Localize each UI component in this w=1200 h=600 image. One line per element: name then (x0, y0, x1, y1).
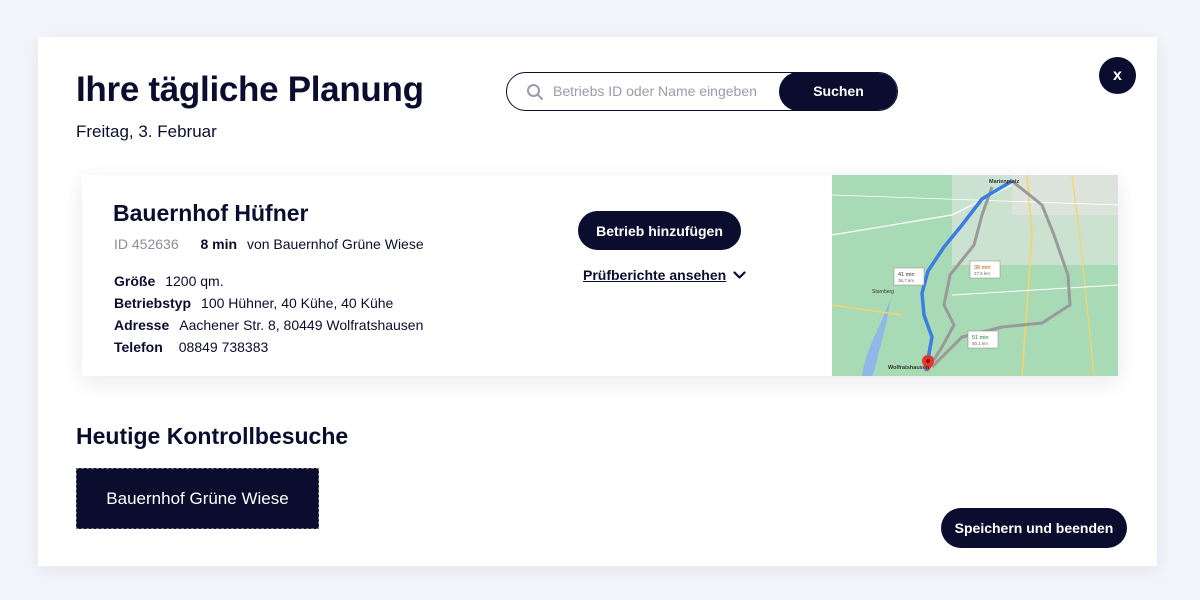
travel-origin: von Bauernhof Grüne Wiese (246, 236, 424, 252)
detail-value: 1200 qm. (165, 273, 224, 289)
search-input[interactable] (553, 73, 778, 109)
detail-type: Betriebstyp 100 Hühner, 40 Kühe, 40 Kühe (114, 292, 423, 314)
farm-card: Bauernhof Hüfner ID 452636 8 min von Bau… (82, 175, 1118, 376)
visit-item[interactable]: Bauernhof Grüne Wiese (76, 468, 319, 529)
detail-address: Adresse Aachener Str. 8, 80449 Wolfratsha… (114, 314, 423, 336)
map-place-label: Wolfratshausen (888, 365, 930, 371)
detail-size: Größe 1200 qm. (114, 270, 423, 292)
detail-phone: Telefon 08849 738383 (114, 336, 423, 358)
reports-link-label: Prüfberichte ansehen (583, 267, 727, 283)
svg-text:36,7 km: 36,7 km (898, 278, 914, 283)
reports-link[interactable]: Prüfberichte ansehen (583, 267, 746, 283)
close-button[interactable]: x (1099, 57, 1136, 94)
farm-id: ID 452636 (114, 236, 179, 252)
map-place-label: Marienplatz (989, 179, 1020, 185)
detail-value: 100 Hühner, 40 Kühe, 40 Kühe (201, 295, 394, 311)
detail-label: Größe (114, 273, 156, 289)
map-place-label: Starnberg (872, 289, 894, 295)
svg-text:37,5 km: 37,5 km (974, 271, 990, 276)
map-route-label: 51 min 50,1 km (967, 330, 999, 349)
detail-value: 08849 738383 (178, 339, 269, 355)
detail-label: Adresse (114, 317, 170, 333)
farm-meta: ID 452636 8 min von Bauernhof Grüne Wies… (114, 236, 424, 252)
planning-modal: Ihre tägliche Planung Freitag, 3. Februa… (38, 37, 1157, 566)
map-route-label: 38 min 37,5 km (969, 260, 1001, 279)
search-bar: Suchen (506, 72, 898, 111)
chevron-down-icon (733, 270, 746, 279)
svg-text:50,1 km: 50,1 km (972, 341, 988, 346)
visits-title: Heutige Kontrollbesuche (76, 423, 349, 449)
page-date: Freitag, 3. Februar (76, 122, 217, 141)
save-and-finish-button[interactable]: Speichern und beenden (941, 508, 1127, 548)
farm-details: Größe 1200 qm. Betriebstyp 100 Hühner, 40 … (114, 270, 423, 358)
search-icon (527, 84, 543, 100)
page-title: Ihre tägliche Planung (76, 70, 424, 109)
farm-name: Bauernhof Hüfner (113, 200, 309, 226)
detail-value: Aachener Str. 8, 80449 Wolfratshausen (179, 317, 424, 333)
map-route-label: 41 min 36,7 km (893, 267, 925, 286)
map-canvas: 41 min 36,7 km 38 min 37,5 km 51 min 50,… (832, 175, 1118, 376)
detail-label: Betriebstyp (114, 295, 192, 311)
add-farm-button[interactable]: Betrieb hinzufügen (578, 211, 741, 250)
detail-label: Telefon (114, 339, 163, 355)
search-button[interactable]: Suchen (779, 73, 897, 110)
travel-time: 8 min (200, 236, 238, 252)
route-map[interactable]: 41 min 36,7 km 38 min 37,5 km 51 min 50,… (832, 175, 1118, 376)
